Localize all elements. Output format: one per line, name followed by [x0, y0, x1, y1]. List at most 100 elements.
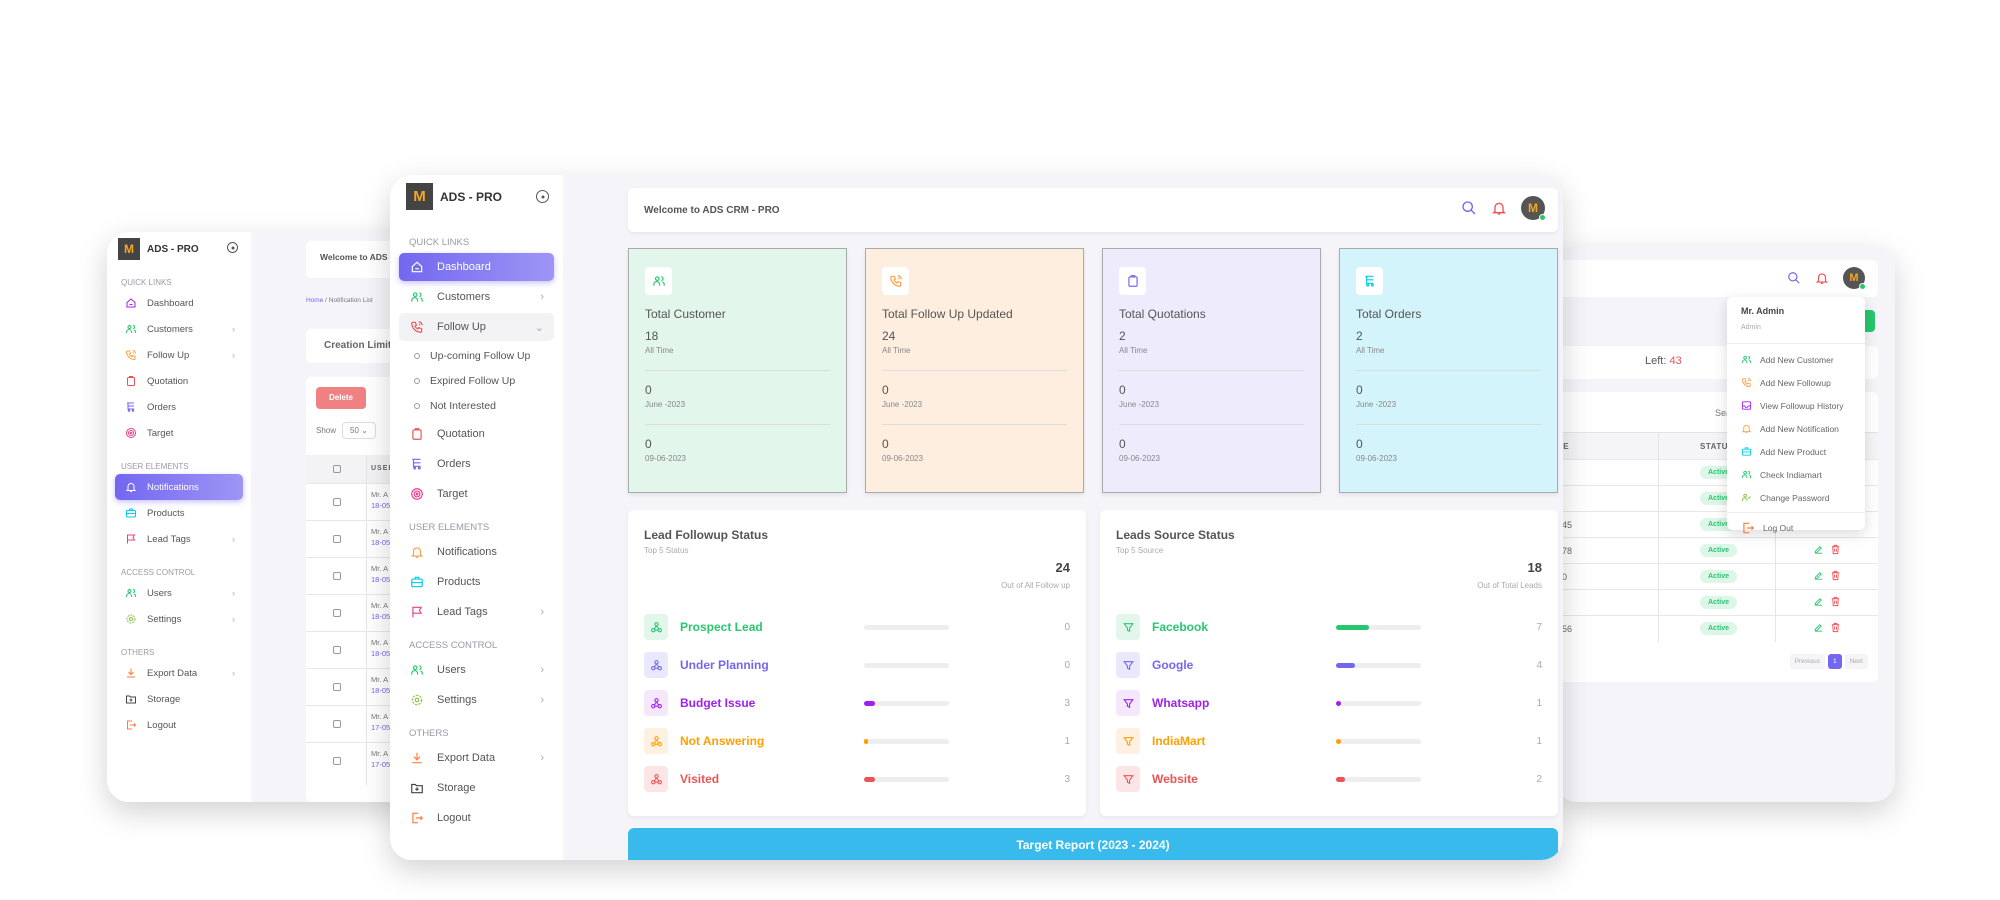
menu-item-change-password[interactable]: Change Password [1727, 486, 1865, 509]
next-button[interactable]: Next [1844, 654, 1868, 669]
row-checkbox[interactable] [333, 683, 341, 691]
row-checkbox[interactable] [333, 572, 341, 580]
page-1-button[interactable]: 1 [1828, 654, 1842, 669]
menu-item-check-indiamart[interactable]: Check Indiamart [1727, 463, 1865, 486]
flag-icon [125, 533, 137, 545]
chevron-right-icon: › [232, 668, 235, 678]
trash-icon[interactable] [1830, 570, 1841, 581]
avatar[interactable]: M [1521, 196, 1546, 221]
progress-fill [1336, 624, 1370, 630]
phone-call-icon [125, 349, 137, 361]
row-checkbox[interactable] [333, 609, 341, 617]
item-icon-box [644, 728, 668, 754]
panel-subtitle: Top 5 Status [644, 546, 689, 555]
sidebar-item-quotation[interactable]: Quotation [115, 368, 243, 394]
webhook-icon [650, 697, 663, 710]
trash-icon[interactable] [1830, 622, 1841, 633]
select-all-checkbox[interactable] [333, 465, 341, 473]
sidebar-subitem-label: Up-coming Follow Up [430, 349, 531, 362]
item-label: Not Answering [680, 734, 765, 748]
sidebar-item-lead-tags[interactable]: Lead Tags › [115, 526, 243, 552]
sidebar-item-lead-tags[interactable]: Lead Tags › [399, 598, 554, 626]
avatar[interactable]: M [1843, 267, 1866, 290]
sidebar-item-customers[interactable]: Customers › [115, 316, 243, 342]
menu-item-add-new-product[interactable]: Add New Product [1727, 440, 1865, 463]
bell-icon[interactable] [1491, 200, 1507, 216]
online-status [1859, 283, 1866, 290]
item-icon-box [1116, 690, 1140, 716]
sidebar-item-follow-up[interactable]: Follow Up › [115, 342, 243, 368]
sidebar-item-notifications[interactable]: Notifications [399, 538, 554, 566]
search-icon[interactable] [1461, 200, 1477, 216]
sidebar-item-dashboard[interactable]: Dashboard [115, 290, 243, 316]
row-checkbox[interactable] [333, 535, 341, 543]
sidebar-item-users[interactable]: Users › [399, 656, 554, 684]
search-icon[interactable] [1787, 271, 1801, 285]
chevron-right-icon: › [540, 694, 544, 706]
sidebar-item-settings[interactable]: Settings › [399, 686, 554, 714]
menu-item-logout[interactable]: Log Out [1727, 516, 1865, 539]
previous-button[interactable]: Previous [1789, 654, 1825, 669]
sidebar-item-orders[interactable]: Orders [399, 450, 554, 478]
sidebar-item-export-data[interactable]: Export Data › [115, 660, 243, 686]
sidebar: M ADS - PRO QUICK LINKS Dashboard Custom… [390, 175, 563, 860]
sidebar-item-target[interactable]: Target [399, 480, 554, 508]
sidebar-item-target[interactable]: Target [115, 420, 243, 446]
menu-item-add-new-notification[interactable]: Add New Notification [1727, 417, 1865, 440]
menu-item-view-followup-history[interactable]: View Followup History [1727, 394, 1865, 417]
section-user-elements: USER ELEMENTS [409, 522, 490, 533]
row-checkbox[interactable] [333, 757, 341, 765]
sidebar-subitem-label: Expired Follow Up [430, 374, 516, 387]
sidebar-item-products[interactable]: Products [115, 500, 243, 526]
item-value: 0 [1064, 621, 1070, 633]
menu-item-add-new-customer[interactable]: Add New Customer [1727, 348, 1865, 371]
trash-icon[interactable] [1830, 596, 1841, 607]
sidebar-item-quotation[interactable]: Quotation [399, 420, 554, 448]
menu-item-label: Check Indiamart [1760, 469, 1822, 480]
delete-button[interactable]: Delete [316, 387, 366, 409]
flag-icon [410, 605, 424, 619]
stat-month-label: June -2023 [645, 400, 686, 409]
edit-icon[interactable] [1813, 544, 1824, 555]
stat-today-value: 0 [645, 437, 652, 451]
edit-icon[interactable] [1813, 622, 1824, 633]
sidebar-item-storage[interactable]: Storage [399, 774, 554, 802]
menu-item-add-new-followup[interactable]: Add New Followup [1727, 371, 1865, 394]
row-checkbox[interactable] [333, 720, 341, 728]
sidebar-item-orders[interactable]: Orders [115, 394, 243, 420]
sidebar-item-products[interactable]: Products [399, 568, 554, 596]
edit-icon[interactable] [1813, 596, 1824, 607]
sidebar-toggle-icon[interactable] [227, 242, 238, 253]
row-actions [1813, 570, 1841, 581]
edit-icon[interactable] [1813, 570, 1824, 581]
sidebar-subitem-expired[interactable]: Expired Follow Up [390, 368, 563, 393]
sidebar-item-dashboard[interactable]: Dashboard [399, 253, 554, 281]
breadcrumb-home[interactable]: Home [306, 297, 323, 304]
sidebar-item-settings[interactable]: Settings › [115, 606, 243, 632]
sidebar-item-customers[interactable]: Customers › [399, 283, 554, 311]
row-checkbox[interactable] [333, 498, 341, 506]
trash-icon[interactable] [1830, 544, 1841, 555]
sidebar-item-follow-up[interactable]: Follow Up ⌄ [399, 313, 554, 341]
row-checkbox[interactable] [333, 646, 341, 654]
sidebar-toggle-icon[interactable] [536, 190, 549, 203]
sidebar-subitem-upcoming[interactable]: Up-coming Follow Up [390, 343, 563, 368]
page-size-select[interactable]: 50 ⌄ [342, 422, 376, 439]
sidebar-item-logout[interactable]: Logout [115, 712, 243, 738]
sidebar-subitem-not-interested[interactable]: Not Interested [390, 393, 563, 418]
sidebar-item-notifications[interactable]: Notifications [115, 474, 243, 500]
row-date: 18-05 [371, 575, 391, 584]
sidebar-item-users[interactable]: Users › [115, 580, 243, 606]
sidebar-item-logout[interactable]: Logout [399, 804, 554, 832]
sidebar-item-storage[interactable]: Storage [115, 686, 243, 712]
bell-icon[interactable] [1815, 271, 1829, 285]
filter-icon [1122, 621, 1135, 634]
chevron-right-icon: › [540, 291, 544, 303]
stat-today-value: 0 [882, 437, 889, 451]
menu-item-label: Add New Product [1760, 446, 1827, 457]
creation-limit-label: Creation Limit [324, 340, 392, 351]
item-label: Budget Issue [680, 696, 756, 710]
sidebar-item-export-data[interactable]: Export Data › [399, 744, 554, 772]
sidebar-item-label: Customers [147, 323, 193, 335]
divider [1119, 424, 1304, 425]
